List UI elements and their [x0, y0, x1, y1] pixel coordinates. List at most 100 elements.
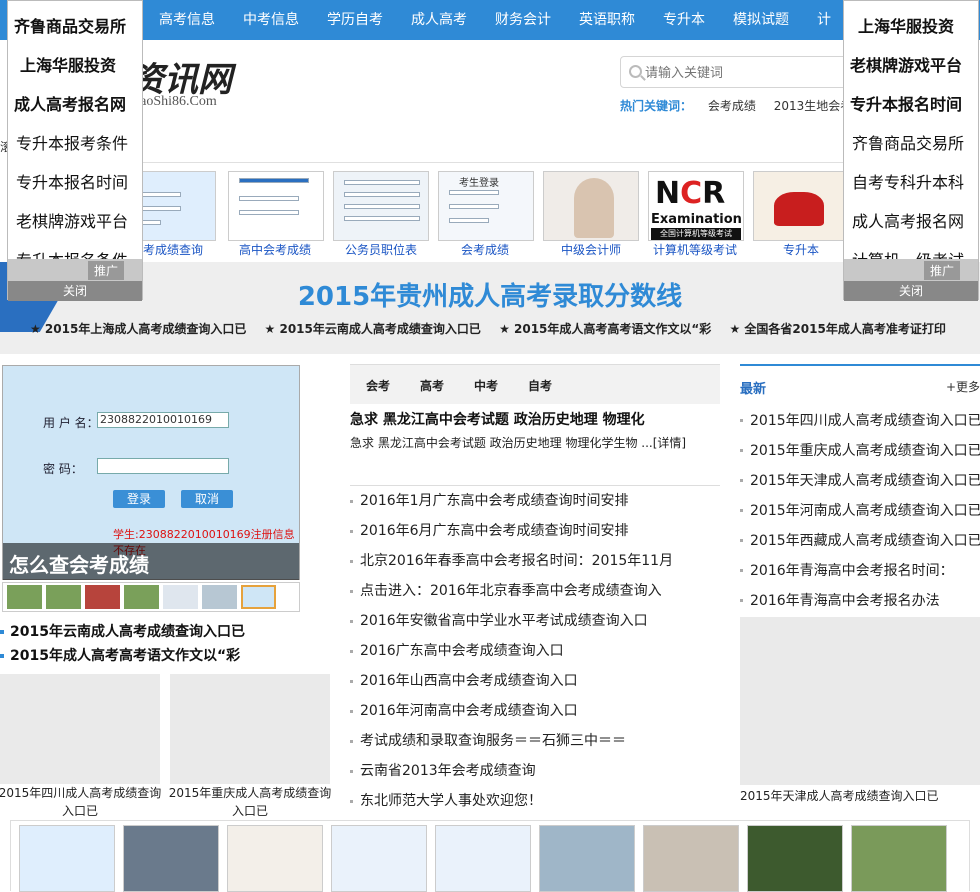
slide-thumb[interactable]: [46, 585, 81, 609]
thumb-caption[interactable]: 公务员职位表: [326, 241, 436, 258]
hot-keyword[interactable]: 会考成绩: [708, 99, 756, 113]
float-ad-item[interactable]: 成人高考报名网: [14, 91, 126, 115]
search-input[interactable]: [645, 61, 845, 83]
float-ad-item[interactable]: 上海华服投资: [20, 52, 116, 76]
nav-item-zhuanshengben[interactable]: 专升本: [649, 0, 719, 40]
latest-link[interactable]: 2015年河南成人高考成绩查询入口已: [740, 499, 980, 529]
float-ad-item[interactable]: 专升本报名时间: [850, 91, 962, 115]
left-link[interactable]: 2015年云南成人高考成绩查询入口已: [0, 622, 330, 646]
thumb-ncre[interactable]: NCR Examination 全国计算机等级考试: [648, 171, 744, 241]
float-ad-item[interactable]: 齐鲁商品交易所: [852, 130, 964, 154]
latest-link[interactable]: 2016年青海高中会考报名办法: [740, 589, 980, 619]
bottom-thumb[interactable]: [19, 825, 115, 892]
login-pass-field: [97, 458, 229, 474]
gallery-caption[interactable]: 2015年重庆成人高考成绩查询入口已: [165, 784, 335, 820]
float-ad-item[interactable]: 专升本报名时间: [16, 169, 128, 193]
article-link[interactable]: 2016年山西高中会考成绩查询入口: [350, 670, 730, 700]
right-image-caption[interactable]: 2015年天津成人高考成绩查询入口已: [740, 787, 939, 804]
float-ad-item[interactable]: 老棋牌游戏平台: [16, 208, 128, 232]
thumb-hs-score[interactable]: [228, 171, 324, 241]
login-screenshot-image[interactable]: 用 户 名： 2308822010010169 密 码： 登录 取消 学生:23…: [2, 365, 300, 580]
tab-zikao[interactable]: 自考: [528, 377, 552, 394]
gallery-image[interactable]: [170, 674, 330, 784]
left-link-list: 2015年云南成人高考成绩查询入口已 2015年成人高考高考语文作文以“彩: [0, 622, 330, 670]
right-image[interactable]: [740, 617, 980, 785]
login-button: 登录: [113, 490, 165, 508]
tab-huikao[interactable]: 会考: [366, 377, 390, 394]
latest-link[interactable]: 2015年重庆成人高考成绩查询入口已: [740, 439, 980, 469]
bottom-thumb[interactable]: [539, 825, 635, 892]
thumb-caption[interactable]: 中级会计师: [536, 241, 646, 258]
close-button[interactable]: 关闭: [844, 281, 978, 301]
bottom-thumb[interactable]: [435, 825, 531, 892]
article-link[interactable]: 点击进入：2016年北京春季高中会考成绩查询入: [350, 580, 730, 610]
thumb-caption[interactable]: 高中会考成绩: [220, 241, 330, 258]
bottom-thumb[interactable]: [123, 825, 219, 892]
thumb-caption[interactable]: 计算机等级考试: [640, 241, 750, 258]
gallery-caption[interactable]: 2015年四川成人高考成绩查询入口已: [0, 784, 165, 820]
article-link[interactable]: 2016年1月广东高中会考成绩查询时间安排: [350, 490, 730, 520]
slide-thumb[interactable]: [202, 585, 237, 609]
article-link[interactable]: 东北师范大学人事处欢迎您！: [350, 790, 730, 820]
left-link[interactable]: 2015年成人高考高考语文作文以“彩: [0, 646, 330, 670]
nav-item-truncated[interactable]: 计: [803, 0, 845, 40]
featured-summary[interactable]: 急求 黑龙江高中会考试题 政治历史地理 物理化学生物 ...[详情]: [350, 434, 686, 451]
hot-keyword[interactable]: 2013生地会考: [774, 99, 853, 113]
article-link[interactable]: 2016年河南高中会考成绩查询入口: [350, 700, 730, 730]
nav-item-zikao[interactable]: 学历自考: [313, 0, 397, 40]
thumb-caption[interactable]: 专升本: [746, 241, 856, 258]
bottom-thumb[interactable]: [331, 825, 427, 892]
thumb-gift[interactable]: [753, 171, 849, 241]
bottom-thumb[interactable]: [747, 825, 843, 892]
article-link[interactable]: 云南省2013年会考成绩查询: [350, 760, 730, 790]
nav-item-zhongkao[interactable]: 中考信息: [229, 0, 313, 40]
slide-thumb[interactable]: [241, 585, 276, 609]
float-ad-item[interactable]: 专升本报考条件: [16, 130, 128, 154]
article-link[interactable]: 2016年6月广东高中会考成绩查询时间安排: [350, 520, 730, 550]
image-caption[interactable]: 怎么查会考成绩: [9, 549, 149, 578]
thumb-login[interactable]: 考生登录: [438, 171, 534, 241]
search-icon[interactable]: [629, 65, 642, 78]
article-link[interactable]: 2016年安徽省高中学业水平考试成绩查询入口: [350, 610, 730, 640]
bottom-thumb[interactable]: [851, 825, 947, 892]
latest-link[interactable]: 2016年青海高中会考报名时间：: [740, 559, 980, 589]
thumb-accountant[interactable]: [543, 171, 639, 241]
marquee-item[interactable]: ★ 2015年成人高考高考语文作文以“彩: [499, 322, 711, 336]
float-ad-item[interactable]: 自考专科升本科: [852, 169, 964, 193]
marquee-item[interactable]: ★ 2015年上海成人高考成绩查询入口已: [30, 322, 246, 336]
slide-thumb[interactable]: [85, 585, 120, 609]
bottom-thumb[interactable]: [643, 825, 739, 892]
latest-link[interactable]: 2015年天津成人高考成绩查询入口已: [740, 469, 980, 499]
float-ad-item[interactable]: 齐鲁商品交易所: [14, 13, 126, 37]
tab-gaokao[interactable]: 高考: [420, 377, 444, 394]
bottom-thumb[interactable]: [227, 825, 323, 892]
article-link[interactable]: 考试成绩和录取查询服务＝＝石狮三中＝＝: [350, 730, 730, 760]
thumb-civil-jobs[interactable]: [333, 171, 429, 241]
slide-thumb[interactable]: [163, 585, 198, 609]
featured-headline[interactable]: 急求 黑龙江高中会考试题 政治历史地理 物理化: [350, 409, 645, 429]
float-ad-item[interactable]: 上海华服投资: [858, 13, 954, 37]
promo-label[interactable]: 推广: [923, 261, 960, 280]
tab-zhongkao[interactable]: 中考: [474, 377, 498, 394]
latest-link[interactable]: 2015年四川成人高考成绩查询入口已: [740, 409, 980, 439]
marquee-item[interactable]: ★ 全国各省2015年成人高考准考证打印: [729, 322, 945, 336]
gallery-image[interactable]: [0, 674, 160, 784]
nav-item-gaokao[interactable]: 高考信息: [145, 0, 229, 40]
slide-thumb[interactable]: [124, 585, 159, 609]
latest-link[interactable]: 2015年西藏成人高考成绩查询入口已: [740, 529, 980, 559]
marquee-item[interactable]: ★ 2015年云南成人高考成绩查询入口已: [265, 322, 481, 336]
article-link[interactable]: 2016广东高中会考成绩查询入口: [350, 640, 730, 670]
slide-thumb[interactable]: [7, 585, 42, 609]
article-link[interactable]: 北京2016年春季高中会考报名时间：2015年11月: [350, 550, 730, 580]
thumb-caption[interactable]: 会考成绩: [430, 241, 540, 258]
close-button[interactable]: 关闭: [8, 281, 142, 301]
more-link[interactable]: +更多: [946, 378, 980, 395]
nav-item-accounting[interactable]: 财务会计: [481, 0, 565, 40]
banner-title[interactable]: 2015年贵州成人高考录取分数线: [0, 276, 980, 313]
nav-item-english[interactable]: 英语职称: [565, 0, 649, 40]
nav-item-chengkao[interactable]: 成人高考: [397, 0, 481, 40]
float-ad-item[interactable]: 成人高考报名网: [852, 208, 964, 232]
float-ad-item[interactable]: 老棋牌游戏平台: [850, 52, 962, 76]
nav-item-mock-tests[interactable]: 模拟试题: [719, 0, 803, 40]
promo-label[interactable]: 推广: [87, 261, 124, 280]
